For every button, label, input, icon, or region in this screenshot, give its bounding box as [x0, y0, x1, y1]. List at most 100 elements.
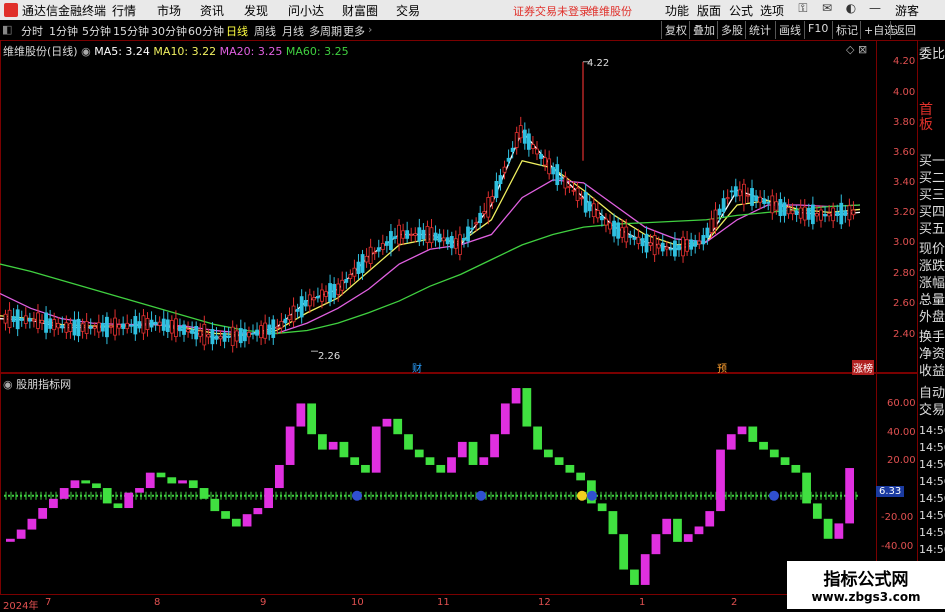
- menu-faxian[interactable]: 发现: [244, 2, 268, 19]
- signal-face-icon: [577, 490, 587, 501]
- candle-body: [364, 255, 369, 263]
- candle-body: [628, 235, 633, 238]
- candle-body: [531, 144, 535, 149]
- candle-body: [100, 322, 105, 332]
- tab-more[interactable]: 更多: [343, 23, 365, 39]
- btn-tongji[interactable]: 统计: [745, 21, 774, 39]
- price-tick: 4.20: [893, 56, 916, 67]
- menu-zixun[interactable]: 资讯: [200, 2, 224, 19]
- candle-body: [340, 279, 345, 291]
- message-icon[interactable]: ✉: [816, 1, 838, 19]
- candle-body: [815, 213, 819, 217]
- candle-body: [141, 315, 146, 334]
- price-chart[interactable]: [0, 40, 876, 373]
- candle-body: [437, 233, 442, 243]
- candle-body: [843, 210, 848, 216]
- menu-banmian[interactable]: 版面: [697, 2, 721, 19]
- x-tick: 2: [731, 597, 738, 608]
- price-label: 现价: [919, 242, 945, 257]
- x-tick: 7: [45, 597, 52, 608]
- price-tick: 2.60: [893, 298, 916, 309]
- indicator-bar: [199, 488, 209, 499]
- menu-hangqing[interactable]: 行情: [112, 2, 136, 19]
- tab-5min[interactable]: 5分钟: [82, 23, 111, 39]
- ind-tick: 20.00: [887, 455, 916, 466]
- candle-body: [267, 324, 272, 335]
- chevron-right-icon[interactable]: ›: [368, 23, 372, 36]
- candle-body: [417, 227, 422, 242]
- tab-weekly[interactable]: 周线: [254, 23, 276, 39]
- candle-body: [194, 325, 199, 340]
- candle-body: [56, 322, 61, 329]
- tab-60min[interactable]: 60分钟: [188, 23, 224, 39]
- candle-body: [750, 188, 754, 206]
- tab-30min[interactable]: 30分钟: [151, 23, 187, 39]
- tab-multi-period[interactable]: 多周期: [309, 23, 342, 39]
- candle-body: [23, 315, 28, 324]
- indicator-bar: [812, 503, 822, 519]
- skin-icon[interactable]: ◐: [840, 1, 862, 19]
- menu-caifuquan[interactable]: 财富圈: [342, 2, 378, 19]
- guest-label[interactable]: 游客: [895, 2, 919, 19]
- trade-label[interactable]: 交易: [919, 403, 945, 418]
- candle-body: [307, 294, 312, 307]
- indicator-chart[interactable]: [0, 373, 876, 595]
- candle-body: [567, 186, 572, 188]
- candle-body: [697, 240, 702, 245]
- candle-body: [660, 242, 665, 252]
- btn-biaoji[interactable]: 标记: [832, 21, 861, 39]
- toolbar-collapse-icon[interactable]: ◧: [2, 23, 12, 36]
- candle-body: [608, 222, 612, 230]
- menu-gongshi[interactable]: 公式: [729, 2, 753, 19]
- btn-fanhui[interactable]: 返回: [890, 21, 919, 39]
- btn-f10[interactable]: F10: [804, 21, 831, 39]
- lock-icon[interactable]: ⚿: [792, 1, 814, 19]
- ma-line-ma10: [0, 159, 861, 336]
- tab-fenshi[interactable]: 分时: [21, 23, 43, 39]
- indicator-bar: [705, 511, 715, 527]
- x-tick: 12: [538, 597, 551, 608]
- indicator-bar: [726, 434, 736, 450]
- tab-1min[interactable]: 1分钟: [49, 23, 78, 39]
- buy2-label: 买二: [919, 171, 945, 186]
- indicator-bar: [92, 483, 101, 489]
- signal-face-icon: [587, 490, 597, 501]
- candle-body: [668, 248, 673, 251]
- candle-body: [121, 323, 126, 329]
- candle-body: [202, 323, 207, 346]
- candle-body: [664, 246, 669, 250]
- tab-15min[interactable]: 15分钟: [113, 23, 149, 39]
- indicator-bar: [608, 511, 618, 535]
- indicator-bar: [70, 480, 80, 489]
- auto-label[interactable]: 自动: [919, 386, 945, 401]
- btn-huaxian[interactable]: 画线: [775, 21, 804, 39]
- candle-body: [299, 296, 304, 318]
- tab-daily[interactable]: 日线: [226, 23, 248, 39]
- price-tick: 3.00: [893, 237, 916, 248]
- menu-shichang[interactable]: 市场: [157, 2, 181, 19]
- candle-body: [802, 206, 807, 221]
- minimize-icon[interactable]: —: [864, 1, 886, 19]
- candle-body: [15, 309, 20, 330]
- indicator-bar: [651, 534, 661, 555]
- btn-fuquan[interactable]: 复权: [661, 21, 690, 39]
- signal-face-icon: [352, 490, 362, 501]
- tab-monthly[interactable]: 月线: [282, 23, 304, 39]
- x-tick: 2024年: [3, 601, 39, 612]
- change-pct-label: 涨幅: [919, 276, 945, 291]
- candle-body: [441, 237, 446, 242]
- candle-body: [291, 305, 296, 323]
- menu-gongneng[interactable]: 功能: [665, 2, 689, 19]
- candle-body: [352, 267, 357, 277]
- menu-xuanxiang[interactable]: 选项: [760, 2, 784, 19]
- indicator-bar: [38, 508, 48, 519]
- axis-divider: [876, 40, 877, 595]
- btn-duogu[interactable]: 多股: [717, 21, 746, 39]
- indicator-bar: [382, 418, 392, 427]
- indicator-bar: [210, 498, 220, 512]
- menu-wenxiaoda[interactable]: 问小达: [288, 2, 324, 19]
- trade-login-warning[interactable]: 证券交易未登录: [513, 3, 590, 19]
- candle-body: [758, 196, 763, 203]
- menu-jiaoyi[interactable]: 交易: [396, 2, 420, 19]
- btn-diejia[interactable]: 叠加: [689, 21, 718, 39]
